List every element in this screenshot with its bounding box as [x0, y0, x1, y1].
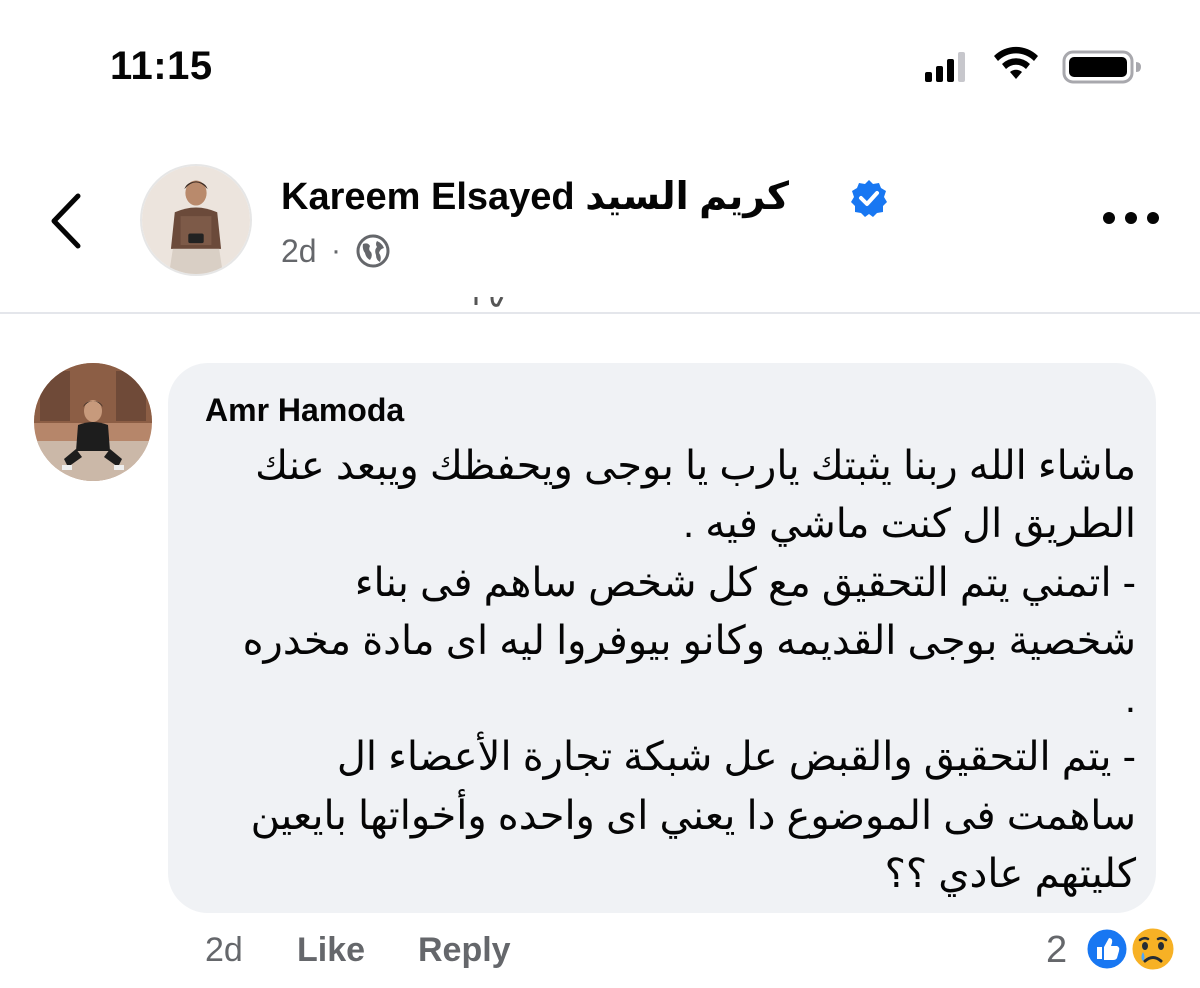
author-photo	[142, 166, 250, 274]
verified-badge-icon	[851, 180, 887, 217]
reaction-icons[interactable]	[1083, 924, 1181, 974]
sad-reaction-icon	[1129, 925, 1177, 973]
header-divider	[0, 312, 1200, 314]
more-options-button[interactable]	[1100, 206, 1162, 230]
scrolled-content-edge	[470, 297, 510, 313]
battery-icon	[1062, 50, 1141, 84]
comment-line: .	[1124, 677, 1136, 722]
author-name[interactable]: Kareem Elsayed كريم السيد	[281, 175, 789, 219]
status-bar: 11:15	[0, 0, 1200, 130]
comment-line: كليتهم عادي ؟؟	[884, 852, 1136, 897]
status-time: 11:15	[110, 44, 213, 88]
back-button[interactable]	[44, 190, 94, 252]
commenter-photo	[34, 363, 152, 481]
comment-line: شخصية بوجى القديمه وكانو بيوفروا ليه اى …	[242, 618, 1136, 663]
commenter-avatar[interactable]	[34, 363, 152, 481]
comment-actions: 2d Like Reply 2	[0, 925, 1200, 974]
commenter-name[interactable]: Amr Hamoda	[205, 391, 404, 429]
comment-line: - اتمني يتم التحقيق مع كل شخص ساهم فى بن…	[354, 560, 1136, 605]
comment-bubble: Amr Hamoda ماشاء الله ربنا يثبتك يارب يا…	[168, 363, 1156, 913]
comment-time[interactable]: 2d	[205, 928, 243, 972]
comment-line: الطريق ال كنت ماشي فيه .	[682, 502, 1136, 547]
like-button[interactable]: Like	[297, 928, 365, 972]
reaction-count[interactable]: 2	[1046, 928, 1067, 972]
comment-text: ماشاء الله ربنا يثبتك يارب يا بوجى ويحفظ…	[206, 437, 1136, 903]
post-time[interactable]: 2d	[281, 232, 317, 270]
reply-button[interactable]: Reply	[418, 928, 511, 972]
comment-line: ساهمت فى الموضوع دا يعني اى واحده وأخوات…	[250, 793, 1136, 838]
wifi-icon	[994, 46, 1038, 79]
post-header: Kareem Elsayed كريم السيد 2d ·	[0, 150, 1200, 290]
like-reaction-icon	[1084, 926, 1130, 972]
globe-icon	[356, 234, 390, 268]
meta-separator: ·	[331, 234, 341, 267]
author-avatar[interactable]	[140, 164, 252, 276]
comment-line: ماشاء الله ربنا يثبتك يارب يا بوجى ويحفظ…	[255, 444, 1136, 488]
comment-line: - يتم التحقيق والقبض عل شبكة تجارة الأعض…	[336, 735, 1136, 780]
cellular-signal-icon	[925, 52, 965, 82]
